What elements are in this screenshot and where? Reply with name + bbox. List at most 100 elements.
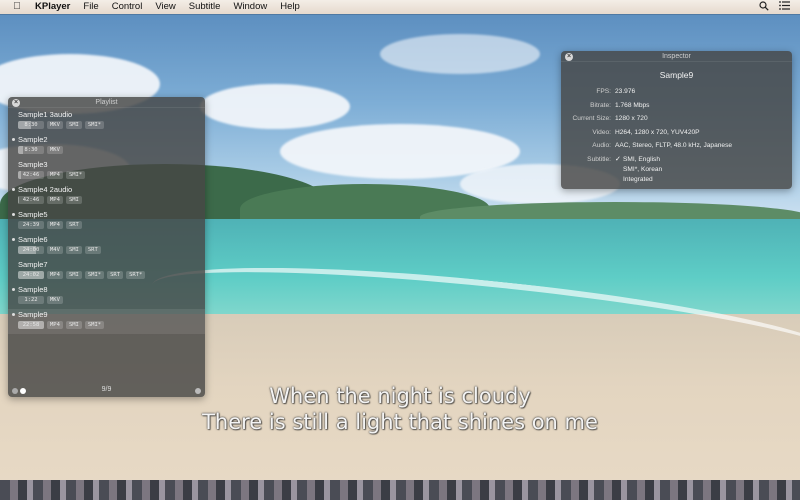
inspector-panel: × Inspector Sample9 FPS: 23.976 Bitrate: 1.… — [561, 51, 792, 189]
played-indicator-icon — [12, 213, 15, 216]
playlist-item[interactable]: Sample9 22:58 MP4 SMI SMI* — [8, 309, 205, 334]
playlist-item-tags: 24:02 MP4 SMI SMI* SRT SRT* — [18, 271, 205, 279]
playlist-item-title: Sample4 2audio — [18, 185, 73, 194]
format-tag: SRT* — [126, 271, 146, 279]
format-tag: SRT — [107, 271, 124, 279]
subtitle-line-2: There is still a light that shines on me — [202, 410, 598, 434]
inspector-label: Audio: — [592, 142, 611, 150]
notification-center-icon[interactable] — [779, 1, 790, 13]
playlist-item[interactable]: Sample2 8:30 MKV — [8, 134, 205, 159]
inspector-value: AAC, Stereo, FLTP, 48.0 kHz, Japanese — [615, 142, 733, 150]
progress-fill — [18, 146, 24, 154]
subtitle-option-label: Integrated — [623, 175, 653, 183]
inspector-row: Current Size: 1280 x 720 — [561, 112, 792, 126]
close-icon[interactable]: × — [565, 53, 573, 61]
repeat-icon[interactable] — [195, 388, 201, 394]
apple-menu-icon[interactable]:  — [11, 0, 23, 14]
playlist-list: Sample1 3audio 8:30 MKV SMI SMI* Sample2 8:30 M… — [8, 108, 205, 334]
played-indicator-icon — [12, 288, 15, 291]
format-tag: SMI* — [84, 321, 105, 329]
playlist-item[interactable]: Sample4 2audio 42:46 MP4 SMI — [8, 184, 205, 209]
playlist-panel: × Playlist Sample1 3audio 8:30 MKV SMI SMI* S… — [8, 97, 205, 397]
format-tag: SRT — [84, 246, 101, 254]
spotlight-search-icon[interactable] — [759, 0, 769, 14]
playlist-item-tags: 8:30 MKV — [18, 146, 205, 154]
duration-badge: 24:02 — [18, 271, 44, 279]
format-tag: SMI — [65, 271, 82, 279]
duration-text: 42:46 — [22, 172, 40, 178]
menu-extras — [759, 0, 790, 14]
playlist-title: Playlist — [95, 99, 118, 106]
playlist-item-title: Sample3 — [18, 160, 48, 169]
subtitle-option-label: SMI*, Korean — [623, 165, 663, 173]
format-tag: SRT — [65, 221, 82, 229]
duration-text: 42:46 — [22, 197, 40, 203]
subtitle-options: ✓ SMI, English SMI*, Korean Integrated — [611, 153, 662, 185]
duration-text: 1:22 — [24, 297, 38, 303]
inspector-header: × Inspector — [561, 51, 792, 62]
playlist-item-tags: 42:46 MP4 SMI* — [18, 171, 205, 179]
cloud — [200, 84, 350, 129]
playlist-item-tags: 42:46 MP4 SMI — [18, 196, 205, 204]
menu-app-name[interactable]: KPlayer — [35, 0, 70, 14]
playlist-item-title: Sample8 — [18, 285, 48, 294]
inspector-label: Bitrate: — [590, 101, 611, 109]
inspector-title: Inspector — [662, 53, 691, 60]
playlist-item-title: Sample6 — [18, 235, 48, 244]
playlist-item[interactable]: Sample5 24:39 MP4 SRT — [8, 209, 205, 234]
inspector-row: Video: H264, 1280 x 720, YUV420P — [561, 126, 792, 140]
played-indicator-icon — [12, 138, 15, 141]
format-tag: MP4 — [47, 221, 63, 229]
subtitle-option[interactable]: ✓ SMI, English — [615, 155, 662, 165]
menu-window[interactable]: Window — [233, 0, 267, 14]
playlist-item[interactable]: Sample7 24:02 MP4 SMI SMI* SRT SRT* — [8, 259, 205, 284]
playlist-item[interactable]: Sample6 24:00 M4V SMI SRT — [8, 234, 205, 259]
played-indicator-icon — [12, 313, 15, 316]
format-tag: SMI* — [84, 121, 105, 129]
inspector-row: FPS: 23.976 — [561, 85, 792, 99]
format-tag: MP4 — [47, 271, 63, 279]
inspector-label: Current Size: — [572, 115, 611, 123]
inspector-label: Subtitle: — [587, 155, 611, 163]
subtitle-option[interactable]: SMI*, Korean — [615, 165, 662, 175]
format-tag: MP4 — [47, 321, 63, 329]
add-icon[interactable] — [12, 388, 18, 394]
menu-file[interactable]: File — [83, 0, 98, 14]
playlist-item[interactable]: Sample8 1:22 MKV — [8, 284, 205, 309]
menu-subtitle[interactable]: Subtitle — [189, 0, 221, 14]
duration-badge: 8:30 — [18, 121, 44, 129]
menu-view[interactable]: View — [155, 0, 175, 14]
duration-badge: 1:22 — [18, 296, 44, 304]
subtitle-option-label: SMI, English — [623, 155, 661, 163]
playlist-item[interactable]: Sample3 42:46 MP4 SMI* — [8, 159, 205, 184]
format-tag: MP4 — [47, 196, 63, 204]
format-tag: MKV — [47, 121, 63, 129]
menu-help[interactable]: Help — [280, 0, 300, 14]
format-tag: SMI — [65, 321, 82, 329]
duration-badge: 42:46 — [18, 196, 44, 204]
playlist-item-title: Sample2 — [18, 135, 48, 144]
format-tag: MKV — [47, 146, 63, 154]
subtitle-option[interactable]: Integrated — [615, 175, 662, 185]
duration-text: 24:02 — [22, 272, 40, 278]
progress-fill — [18, 171, 21, 179]
format-tag: SMI — [65, 246, 82, 254]
format-tag: SMI* — [84, 271, 105, 279]
duration-badge: 22:58 — [18, 321, 44, 329]
shuffle-icon[interactable] — [20, 388, 26, 394]
inspector-row: Bitrate: 1.768 Mbps — [561, 99, 792, 113]
close-icon[interactable]: × — [12, 99, 20, 107]
inspector-row: Audio: AAC, Stereo, FLTP, 48.0 kHz, Japan… — [561, 139, 792, 153]
playlist-header: × Playlist — [8, 97, 205, 108]
playlist-item-tags: 24:39 MP4 SRT — [18, 221, 205, 229]
format-tag: MP4 — [47, 171, 63, 179]
rocks — [0, 480, 800, 500]
playlist-item[interactable]: Sample1 3audio 8:30 MKV SMI SMI* — [8, 109, 205, 134]
menu-control[interactable]: Control — [112, 0, 143, 14]
playlist-item-title: Sample7 — [18, 260, 48, 269]
cloud — [380, 34, 540, 74]
inspector-value: 1280 x 720 — [615, 115, 648, 123]
playlist-count: 9/9 — [101, 386, 112, 393]
inspector-value: 23.976 — [615, 88, 636, 95]
playlist-item-title: Sample5 — [18, 210, 48, 219]
